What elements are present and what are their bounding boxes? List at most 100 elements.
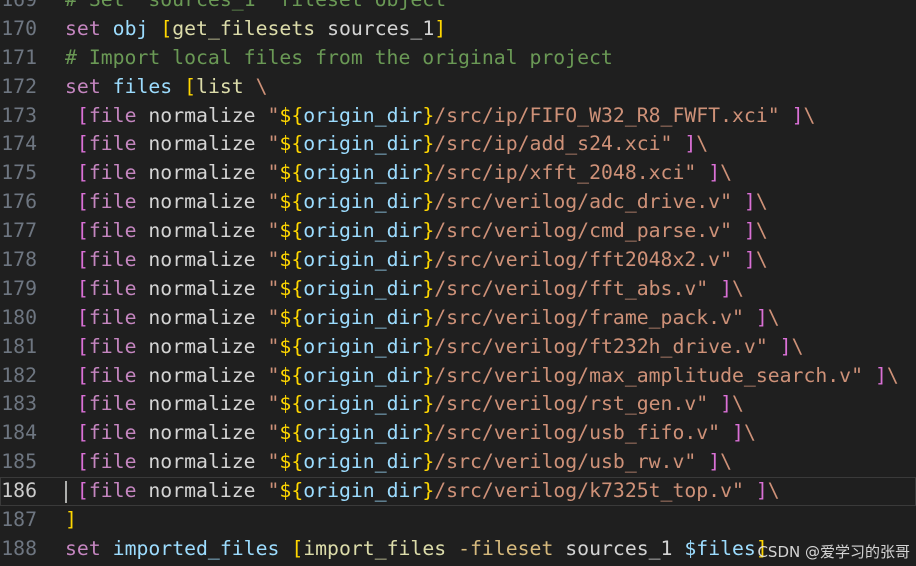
code-line[interactable]: 184 [file normalize "${origin_dir}/src/v… [0,419,916,448]
line-code: [file normalize "${origin_dir}/src/veril… [65,419,756,448]
code-token: file [88,334,137,358]
code-token: /src/verilog/cmd_parse.v" [434,219,732,243]
code-line[interactable]: 179 [file normalize "${origin_dir}/src/v… [0,275,916,304]
code-token: list [196,74,244,98]
code-line[interactable]: 186 [file normalize "${origin_dir}/src/v… [0,477,916,507]
code-token: \ [886,363,899,387]
code-token: ${ [279,276,304,300]
code-token: } [422,363,435,387]
code-token: ] [720,392,733,416]
code-token: ${ [279,392,304,416]
code-line[interactable]: 176 [file normalize "${origin_dir}/src/v… [0,188,916,217]
code-token: file [88,248,137,272]
line-code: set imported_files [import_files -filese… [65,535,768,564]
code-line[interactable]: 169 # Set 'sources_1' fileset object [0,0,916,15]
code-line[interactable]: 177 [file normalize "${origin_dir}/src/v… [0,217,916,246]
code-token: ${ [279,363,304,387]
code-token: ] [755,479,768,503]
code-token: ] [874,363,887,387]
code-token: ] [434,16,447,40]
code-token: /src/ip/FIFO_W32_R8_FWFT.xci" [434,103,780,127]
line-number: 183 [1,392,37,416]
code-token: imported_files [112,536,280,560]
code-token: normalize [136,305,268,329]
line-number: 169 [0,0,37,15]
code-line[interactable]: 171 # Import local files from the origina… [0,44,916,73]
code-token: /src/ip/xfft_2048.xci" [434,161,697,185]
code-token: " [267,363,280,387]
code-editor[interactable]: 169 # Set 'sources_1' fileset object 170 se… [0,0,916,566]
code-line[interactable]: 175 [file normalize "${origin_dir}/src/i… [0,159,916,188]
code-token: } [422,334,435,358]
line-code: # Import local files from the original p… [65,44,613,73]
code-line[interactable]: 180 [file normalize "${origin_dir}/src/v… [0,304,916,333]
code-line[interactable]: 187] [0,506,916,535]
code-line[interactable]: 172 set files [list \ [0,73,916,102]
line-number: 188 [1,536,37,560]
code-line[interactable]: 185 [file normalize "${origin_dir}/src/v… [0,448,916,477]
line-number: 179 [1,276,37,300]
code-token: } [422,305,435,329]
line-number: 185 [1,450,37,474]
code-token: ] [743,248,756,272]
code-token: " [267,190,280,214]
line-number: 176 [1,190,37,214]
code-token: \ [803,103,816,127]
code-token: normalize [136,103,268,127]
code-token: /src/verilog/adc_drive.v" [434,190,732,214]
code-token: origin_dir [303,479,423,503]
code-line[interactable]: 182 [file normalize "${origin_dir}/src/v… [0,362,916,391]
code-token: /src/verilog/rst_gen.v" [434,392,709,416]
code-token: } [422,450,435,474]
line-code: [file normalize "${origin_dir}/src/veril… [65,188,768,217]
code-token: [ [76,161,89,185]
code-line[interactable]: 173 [file normalize "${origin_dir}/src/i… [0,102,916,131]
code-token: file [88,450,137,474]
code-token: ${ [279,334,304,358]
code-line[interactable]: 170 set obj [get_filesets sources_1] [0,15,916,44]
code-token: file [88,219,137,243]
code-line[interactable]: 183 [file normalize "${origin_dir}/src/v… [0,390,916,419]
code-token: \ [696,132,709,156]
code-line[interactable]: 181 [file normalize "${origin_dir}/src/v… [0,333,916,362]
code-token: [ [76,103,89,127]
code-token: } [422,132,435,156]
code-token: [ [291,536,304,560]
code-token: /src/verilog/ft232h_drive.v" [434,334,768,358]
code-token: normalize [136,219,268,243]
code-token: file [88,392,137,416]
line-number: 181 [1,334,37,358]
code-token: /src/verilog/max_amplitude_search.v" [434,363,864,387]
line-code: [file normalize "${origin_dir}/src/veril… [65,390,744,419]
code-token: \ [732,392,744,416]
code-token: " [267,450,280,474]
code-token: origin_dir [303,161,423,185]
code-token: ] [684,132,697,156]
code-token: \ [755,248,768,272]
code-line[interactable]: 178 [file normalize "${origin_dir}/src/v… [0,246,916,275]
code-token: " [267,276,280,300]
code-token: files [112,74,173,98]
code-token: } [422,219,435,243]
code-line[interactable]: 174 [file normalize "${origin_dir}/src/i… [0,130,916,159]
code-token: file [88,363,137,387]
code-token: /src/verilog/frame_pack.v" [434,305,744,329]
code-token: $files [684,536,756,560]
code-token: \ [255,74,268,98]
code-token: origin_dir [303,421,423,445]
code-token: set [65,74,101,98]
code-token: import_files [303,536,447,560]
code-token: " [267,392,280,416]
